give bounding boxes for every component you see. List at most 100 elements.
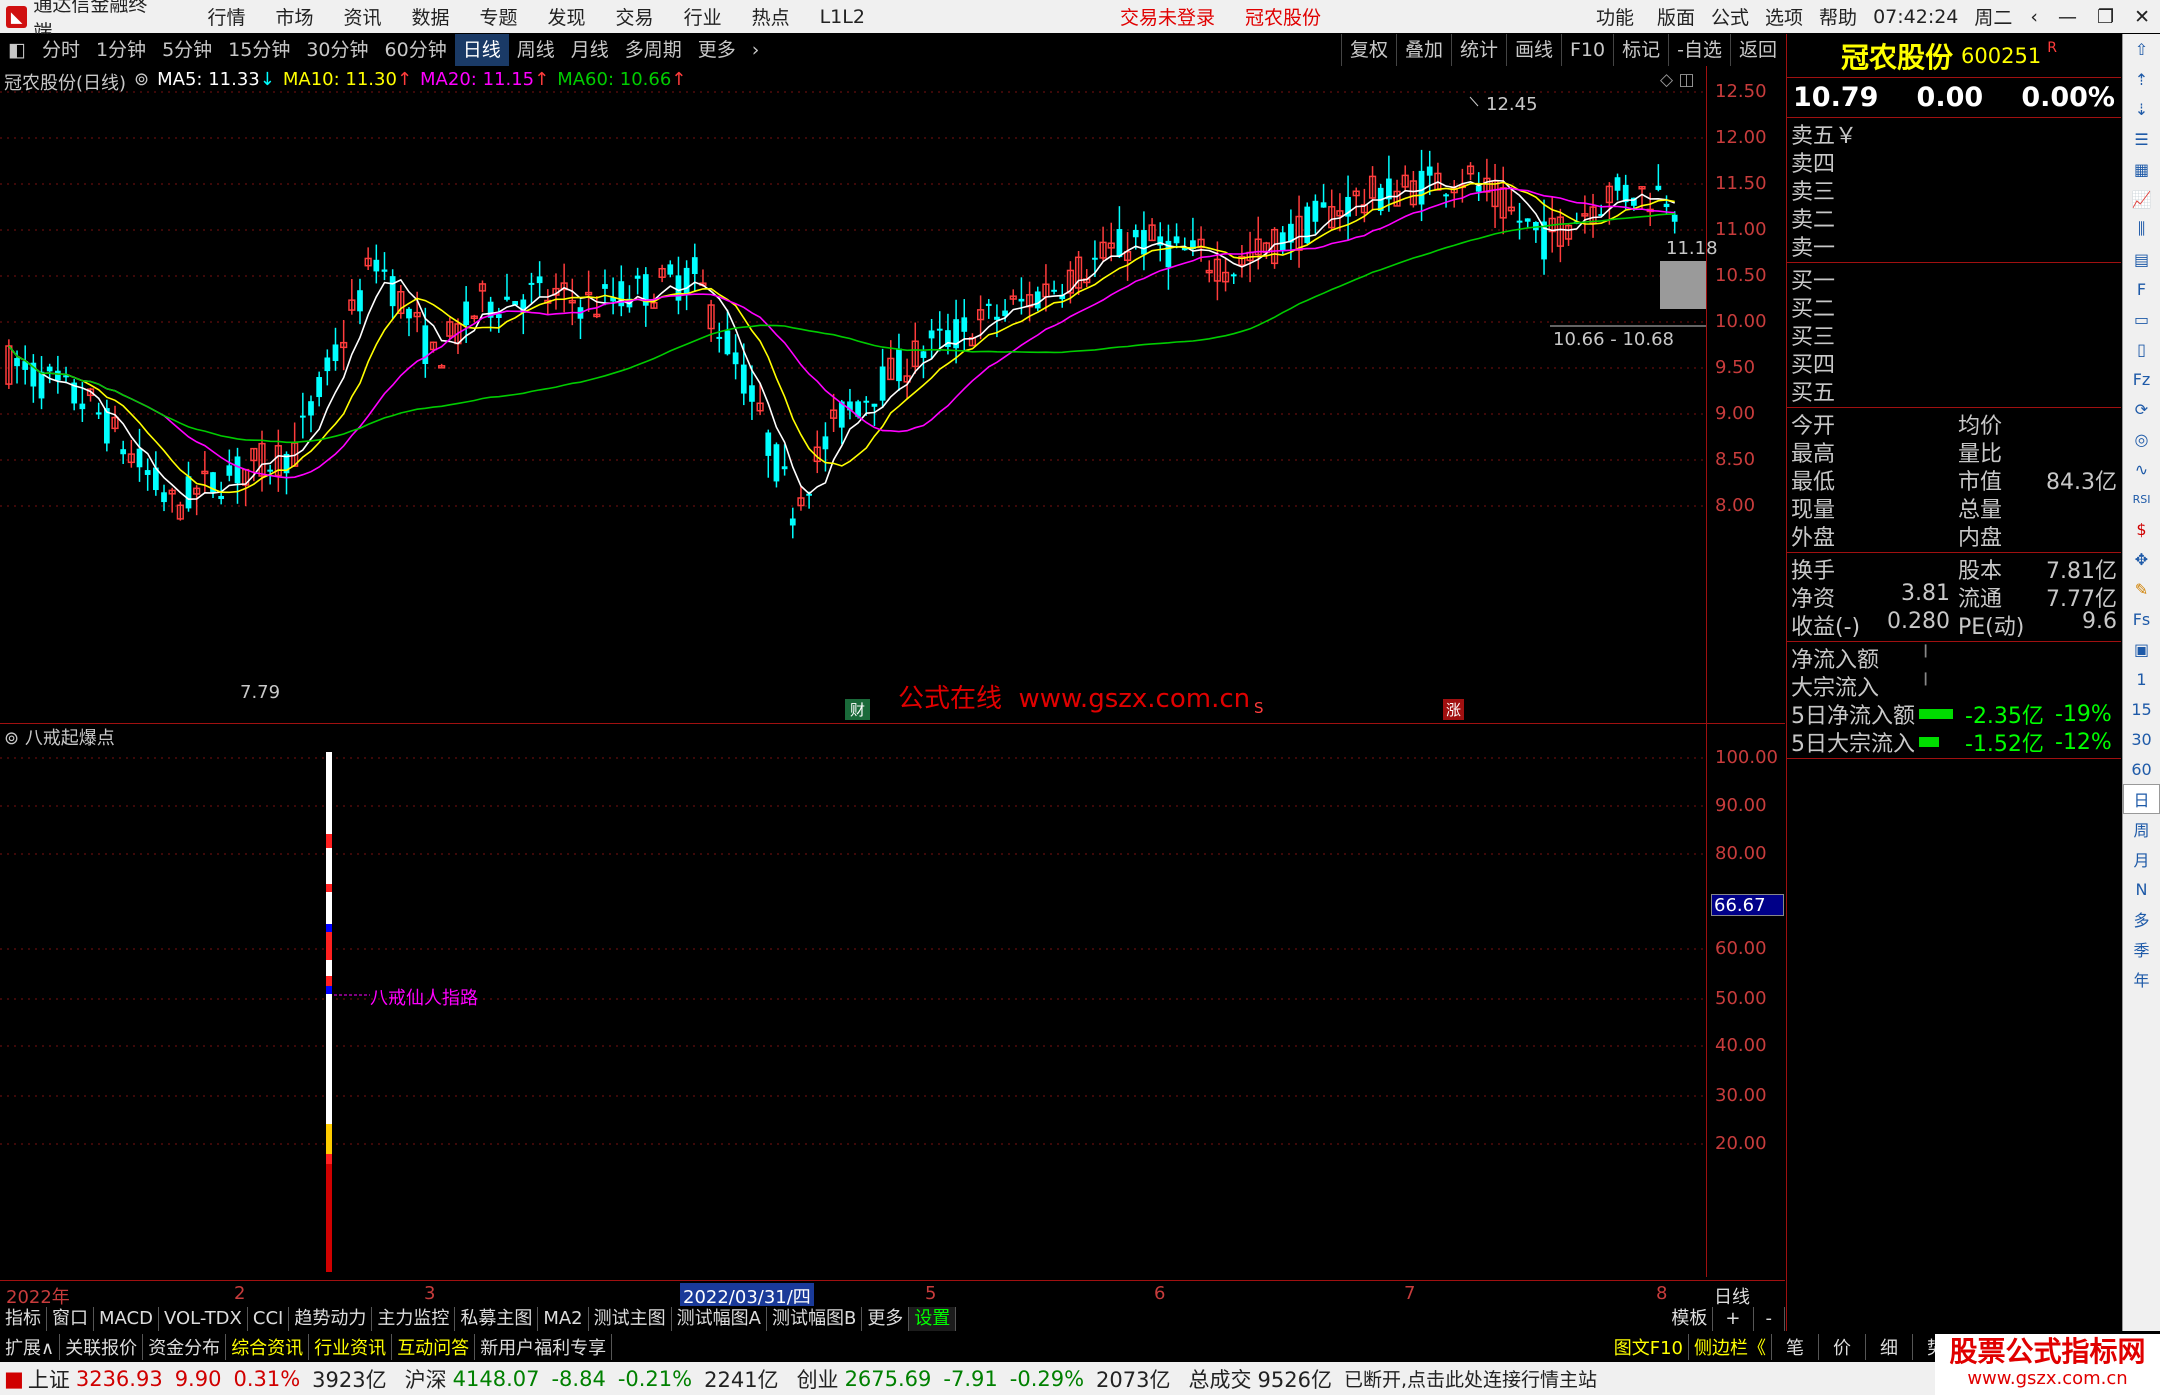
wave-icon[interactable]: ∿ bbox=[2123, 454, 2160, 484]
flow-row[interactable]: 净流入额 ╵ bbox=[1787, 644, 2121, 674]
flow-row[interactable]: 5日大宗流入 -1.52亿 -12% bbox=[1787, 728, 2121, 758]
menu-gongneng[interactable]: 功能 bbox=[1596, 3, 1634, 30]
cy-name[interactable]: 创业 bbox=[797, 1364, 839, 1394]
chart-icon[interactable]: 📈 bbox=[2123, 184, 2160, 214]
note-icon[interactable]: ▯ bbox=[2123, 334, 2160, 364]
trade-status[interactable]: 交易未登录 bbox=[1120, 3, 1215, 30]
fz-icon[interactable]: Fz bbox=[2123, 364, 2160, 394]
tab-related-quotes[interactable]: 关联报价 bbox=[60, 1333, 144, 1360]
down-icon[interactable]: ⇣ bbox=[2123, 94, 2160, 124]
menu-zixun[interactable]: 资讯 bbox=[343, 3, 381, 30]
sell-3[interactable]: 卖三 bbox=[1787, 176, 2121, 205]
tab-settings[interactable]: 设置 bbox=[909, 1306, 957, 1331]
move-icon[interactable]: ✥ bbox=[2123, 544, 2160, 574]
period-15-button[interactable]: 15 bbox=[2123, 694, 2160, 724]
kline-icon[interactable]: ⫼ bbox=[2123, 214, 2160, 244]
template-button[interactable]: 模板 bbox=[1666, 1306, 1714, 1331]
up-icon[interactable]: ⇡ bbox=[2123, 64, 2160, 94]
tab-zhibiao[interactable]: 指标 bbox=[0, 1306, 47, 1331]
flow-row[interactable]: 大宗流入 ╵ bbox=[1787, 672, 2121, 702]
tab-qa[interactable]: 互动问答 bbox=[392, 1333, 476, 1360]
period-month-button[interactable]: 月 bbox=[2123, 844, 2160, 874]
up-arrow-icon[interactable]: ⇧ bbox=[2123, 34, 2160, 64]
menu-hangqing[interactable]: 行情 bbox=[207, 3, 245, 30]
add-button[interactable]: + bbox=[1713, 1306, 1754, 1331]
sell-2[interactable]: 卖二 bbox=[1787, 204, 2121, 233]
period-monthly[interactable]: 月线 bbox=[563, 34, 617, 66]
sell-1[interactable]: 卖一 bbox=[1787, 232, 2121, 261]
grid-icon[interactable]: ▦ bbox=[2123, 154, 2160, 184]
image-icon[interactable]: ▣ bbox=[2123, 634, 2160, 664]
tab-new-user[interactable]: 新用户福利专享 bbox=[475, 1333, 613, 1360]
tab-qushi[interactable]: 趋势动力 bbox=[289, 1306, 373, 1331]
period-more[interactable]: 更多 bbox=[690, 34, 744, 66]
doc-icon[interactable]: ▭ bbox=[2123, 304, 2160, 334]
menu-shuju[interactable]: 数据 bbox=[412, 3, 450, 30]
pen-icon[interactable]: ✎ bbox=[2123, 574, 2160, 604]
tool-fanhui[interactable]: 返回 bbox=[1729, 34, 1785, 66]
tool-tongji[interactable]: 统计 bbox=[1450, 34, 1506, 66]
period-week-button[interactable]: 周 bbox=[2123, 814, 2160, 844]
tab-vol-tdx[interactable]: VOL-TDX bbox=[159, 1306, 248, 1331]
tool-f10[interactable]: F10 bbox=[1561, 34, 1613, 66]
period-quarter-button[interactable]: 季 bbox=[2123, 934, 2160, 964]
period-year-button[interactable]: 年 bbox=[2123, 964, 2160, 994]
f10-icon[interactable]: F bbox=[2123, 274, 2160, 304]
sidebar-button[interactable]: 侧边栏《 bbox=[1689, 1333, 1772, 1360]
tab-ma2[interactable]: MA2 bbox=[538, 1306, 589, 1331]
period-multi[interactable]: 多周期 bbox=[617, 34, 690, 66]
coin-icon[interactable]: $ bbox=[2123, 514, 2160, 544]
menu-gongshi[interactable]: 公式 bbox=[1711, 3, 1749, 30]
period-day-button[interactable]: 日 bbox=[2123, 784, 2160, 814]
menu-jiaoyi[interactable]: 交易 bbox=[616, 3, 654, 30]
period-5min[interactable]: 5分钟 bbox=[154, 34, 220, 66]
tab-ceshi-main[interactable]: 测试主图 bbox=[589, 1306, 672, 1331]
indicator-chart[interactable] bbox=[0, 724, 1706, 1277]
tab-bi[interactable]: 笔 bbox=[1772, 1333, 1819, 1360]
tab-zhuli[interactable]: 主力监控 bbox=[372, 1306, 456, 1331]
chevron-right-icon[interactable]: › bbox=[744, 34, 768, 66]
tab-more[interactable]: 更多 bbox=[862, 1306, 910, 1331]
tab-ceshi-a[interactable]: 测试幅图A bbox=[672, 1306, 767, 1331]
tool-fuquan[interactable]: 复权 bbox=[1340, 34, 1396, 66]
tab-simu[interactable]: 私募主图 bbox=[455, 1306, 539, 1331]
tab-news[interactable]: 综合资讯 bbox=[226, 1333, 310, 1360]
event-cai-badge[interactable]: 财 bbox=[845, 699, 871, 720]
period-multi-button[interactable]: 多 bbox=[2123, 904, 2160, 934]
connection-message[interactable]: 已断开,点击此处连接行情主站 bbox=[1344, 1365, 1597, 1392]
sh-index-icon[interactable]: ■ bbox=[4, 1367, 24, 1391]
tab-ceshi-b[interactable]: 测试幅图B bbox=[767, 1306, 863, 1331]
period-60-button[interactable]: 60 bbox=[2123, 754, 2160, 784]
rsi-icon[interactable]: RSI bbox=[2123, 484, 2160, 514]
event-s-badge[interactable]: S bbox=[1254, 699, 1264, 717]
tab-chuangkou[interactable]: 窗口 bbox=[47, 1306, 94, 1331]
panel-settings-icon[interactable]: ◇ ◫ bbox=[1660, 70, 1695, 90]
period-60min[interactable]: 60分钟 bbox=[377, 34, 455, 66]
table-icon[interactable]: ▤ bbox=[2123, 244, 2160, 274]
indicator-panel[interactable]: ⊚ 八戒起爆点 八戒仙人指路 bbox=[0, 724, 1706, 1277]
menu-bangzhu[interactable]: 帮助 bbox=[1819, 3, 1857, 30]
tab-jia[interactable]: 价 bbox=[1819, 1333, 1866, 1360]
tool-biaoji[interactable]: 标记 bbox=[1613, 34, 1668, 66]
menu-banmian[interactable]: 版面 bbox=[1657, 3, 1695, 30]
tab-cci[interactable]: CCI bbox=[248, 1306, 290, 1331]
kline-chart[interactable] bbox=[0, 66, 1706, 723]
refresh-icon[interactable]: ⟳ bbox=[2123, 394, 2160, 424]
period-15min[interactable]: 15分钟 bbox=[220, 34, 298, 66]
flow-row[interactable]: 5日净流入额 -2.35亿 -19% bbox=[1787, 700, 2121, 730]
menu-zhuanti[interactable]: 专题 bbox=[480, 3, 518, 30]
menu-redian[interactable]: 热点 bbox=[752, 3, 790, 30]
fs-icon[interactable]: Fs bbox=[2123, 604, 2160, 634]
menu-shichang[interactable]: 市场 bbox=[275, 3, 313, 30]
period-n-button[interactable]: N bbox=[2123, 874, 2160, 904]
menu-l1l2[interactable]: L1L2 bbox=[820, 6, 865, 28]
collapse-icon[interactable]: ⊚ bbox=[134, 69, 149, 95]
period-30-button[interactable]: 30 bbox=[2123, 724, 2160, 754]
tab-fund-dist[interactable]: 资金分布 bbox=[143, 1333, 227, 1360]
close-icon[interactable]: ✕ bbox=[2134, 6, 2150, 28]
period-daily[interactable]: 日线 bbox=[454, 34, 509, 66]
period-1min[interactable]: 1分钟 bbox=[88, 34, 154, 66]
minimize-icon[interactable]: — bbox=[2058, 6, 2077, 28]
expand-button[interactable]: 扩展∧ bbox=[0, 1333, 61, 1360]
period-fenshi[interactable]: 分时 bbox=[34, 34, 88, 66]
